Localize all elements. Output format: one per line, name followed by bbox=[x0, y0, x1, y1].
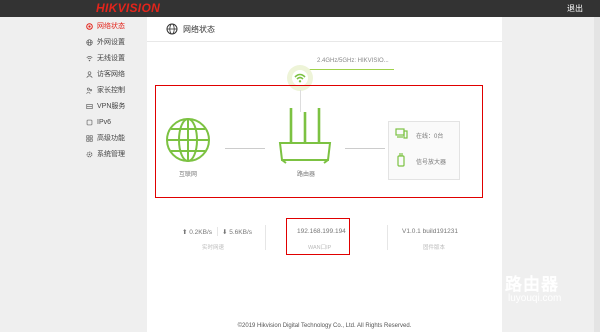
sidebar-item-label: 高级功能 bbox=[97, 135, 125, 142]
internet-globe-icon[interactable] bbox=[164, 116, 212, 164]
sidebar-item-ipv6[interactable]: IPv6 bbox=[86, 116, 111, 128]
globe-icon bbox=[86, 38, 93, 46]
download-speed: ⬇ 5.6KB/s bbox=[222, 228, 252, 236]
firmware-version: V1.0.1 build191231 bbox=[402, 228, 459, 235]
stat-divider-2 bbox=[387, 225, 388, 250]
firmware-caption: 固件版本 bbox=[423, 245, 446, 251]
vpn-icon bbox=[86, 103, 93, 109]
sidebar-item-wireless[interactable]: 无线设置 bbox=[86, 52, 125, 64]
advanced-icon bbox=[86, 134, 93, 142]
watermark: 路由器 luyouqi.com bbox=[458, 265, 598, 315]
wan-ip-highlight-box bbox=[286, 218, 350, 255]
repeater-icon[interactable] bbox=[397, 153, 405, 167]
wifi-icon bbox=[294, 73, 306, 83]
sidebar-item-guest-network[interactable]: 访客网络 bbox=[86, 68, 125, 80]
sidebar-item-vpn[interactable]: VPN服务 bbox=[86, 100, 125, 112]
wifi-ssid-label: 2.4GHz/5GHz: HIKVISIO... bbox=[317, 58, 389, 64]
router-label: 路由器 bbox=[297, 172, 316, 178]
upload-arrow-icon: ⬆ bbox=[182, 229, 188, 236]
copyright-footer: ©2019 Hikvision Digital Technology Co., … bbox=[237, 323, 412, 329]
main-panel: 网络状态 2.4GHz/5GHz: HIKVISIO... 互联网 路由器 在线… bbox=[147, 17, 502, 332]
wifi-badge-inner bbox=[292, 70, 308, 86]
page-title: 网络状态 bbox=[183, 25, 215, 34]
router-icon[interactable] bbox=[277, 106, 333, 164]
speed-caption: 实时网速 bbox=[202, 245, 225, 251]
upload-speed: ⬆ 0.2KB/s bbox=[182, 228, 212, 236]
sidebar-item-label: IPv6 bbox=[97, 118, 112, 126]
sidebar-item-parental-control[interactable]: 家长控制 bbox=[86, 84, 125, 96]
internet-router-link bbox=[225, 148, 265, 149]
ipv6-icon bbox=[86, 119, 93, 125]
sidebar-item-label: 网络状态 bbox=[97, 23, 125, 30]
speed-divider bbox=[217, 227, 218, 236]
sidebar-item-label: VPN服务 bbox=[97, 103, 126, 110]
repeater-label: 信号放大器 bbox=[416, 160, 447, 166]
wifi-icon bbox=[86, 55, 93, 61]
system-icon bbox=[86, 151, 93, 157]
globe-icon bbox=[166, 23, 178, 35]
router-logo-icon bbox=[463, 269, 501, 307]
logout-button[interactable]: 退出 bbox=[567, 3, 583, 14]
sidebar-item-label: 系统管理 bbox=[97, 151, 125, 158]
ssid-underline bbox=[308, 69, 394, 70]
sidebar-item-label: 访客网络 bbox=[97, 71, 125, 78]
sidebar-item-network-status[interactable]: 网络状态 bbox=[86, 20, 125, 32]
devices-icon[interactable] bbox=[395, 128, 408, 139]
sidebar-item-label: 无线设置 bbox=[97, 55, 125, 62]
watermark-title: 路由器 bbox=[505, 275, 559, 294]
online-devices-label: 在线：0台 bbox=[416, 134, 444, 140]
router-devices-link bbox=[345, 148, 385, 149]
hikvision-logo: HIKVISION bbox=[96, 1, 161, 15]
parent-control-icon bbox=[86, 87, 93, 94]
page-header: 网络状态 bbox=[147, 17, 502, 42]
internet-label: 互联网 bbox=[179, 172, 198, 178]
watermark-subtitle: luyouqi.com bbox=[508, 293, 562, 304]
guest-icon bbox=[86, 70, 93, 78]
sidebar: 网络状态 外网设置 无线设置 访客网络 家长控制 VPN服务 IPv6 高级功能… bbox=[0, 17, 147, 332]
stat-divider-1 bbox=[265, 225, 266, 250]
sidebar-item-advanced[interactable]: 高级功能 bbox=[86, 132, 125, 144]
top-bar: HIKVISION 退出 bbox=[0, 0, 600, 17]
upload-speed-value: 0.2KB/s bbox=[189, 229, 213, 236]
download-speed-value: 5.6KB/s bbox=[229, 229, 253, 236]
devices-panel: 在线：0台 信号放大器 bbox=[388, 121, 460, 180]
download-arrow-icon: ⬇ bbox=[222, 229, 228, 236]
sidebar-item-label: 家长控制 bbox=[97, 87, 125, 94]
sidebar-item-wan-settings[interactable]: 外网设置 bbox=[86, 36, 125, 48]
sidebar-item-system[interactable]: 系统管理 bbox=[86, 148, 125, 160]
status-icon bbox=[86, 22, 93, 30]
sidebar-item-label: 外网设置 bbox=[97, 39, 125, 46]
